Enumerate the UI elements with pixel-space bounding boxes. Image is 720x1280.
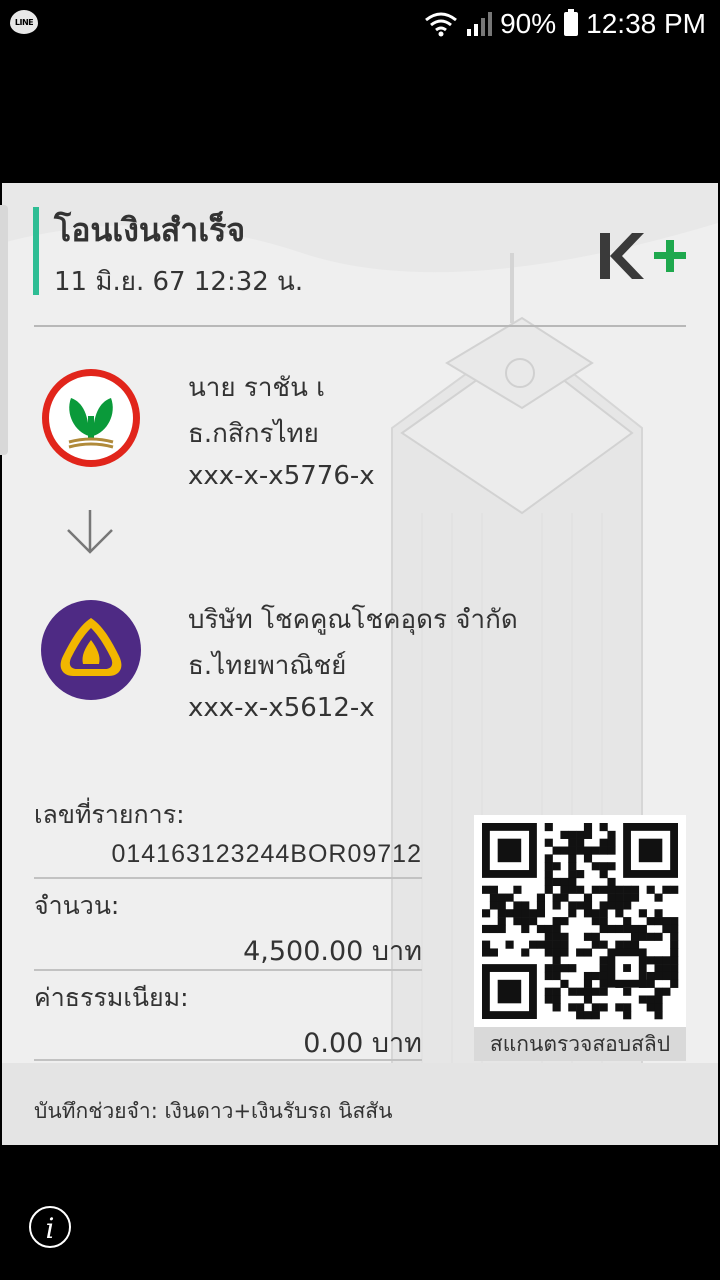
fee-label: ค่าธรรมเนียม: (34, 983, 189, 1012)
reference-label: เลขที่รายการ: (34, 800, 185, 829)
transfer-slip: โอนเงินสำเร็จ 11 มิ.ย. 67 12:32 น. นาย ร… (2, 183, 718, 1145)
sender-account: xxx-x-x5776-x (188, 461, 375, 491)
title-accent-bar (33, 207, 39, 295)
signal-icon (467, 12, 493, 36)
battery-percent: 90% (500, 8, 557, 39)
amount-value: 4,500.00 บาท (243, 936, 422, 967)
kplus-logo (600, 233, 686, 279)
qr-code-graphic (482, 823, 679, 1020)
fee-value: 0.00 บาท (303, 1028, 422, 1059)
status-right: 90% 12:38 PM (424, 6, 706, 42)
arrow-down-icon (67, 510, 113, 554)
qr-caption: สแกนตรวจสอบสลิป (474, 1027, 686, 1061)
receiver-name: บริษัท โชคคูณโชคอุดร จำกัด (188, 605, 518, 635)
receiver-bank: ธ.ไทยพาณิชย์ (188, 651, 347, 681)
battery-icon (564, 9, 579, 36)
memo: บันทึกช่วยจำ: เงินดาว+เงินรับรถ นิสสัน (34, 1095, 392, 1128)
sender-bank: ธ.กสิกรไทย (188, 419, 319, 449)
info-button[interactable]: i (29, 1206, 71, 1248)
kasikornbank-logo (42, 369, 140, 467)
reference-value: 014163123244BOR09712 (111, 840, 422, 868)
amount-divider (34, 969, 422, 971)
reference-divider (34, 877, 422, 879)
fee-divider (34, 1059, 422, 1061)
wifi-icon (425, 12, 458, 37)
receiver-account: xxx-x-x5612-x (188, 693, 375, 723)
line-app-icon: LINE (10, 10, 38, 34)
memo-label: บันทึกช่วยจำ: (34, 1099, 158, 1123)
slip-datetime: 11 มิ.ย. 67 12:32 น. (54, 267, 304, 297)
slip-title: โอนเงินสำเร็จ (54, 211, 246, 249)
sender-name: นาย ราชัน เ (188, 373, 326, 403)
verification-qr-code[interactable] (474, 815, 686, 1027)
header-divider (34, 325, 686, 327)
amount-label: จำนวน: (34, 891, 120, 920)
edge-pull-tab[interactable] (0, 205, 8, 455)
status-clock: 12:38 PM (586, 8, 706, 39)
memo-value: เงินดาว+เงินรับรถ นิสสัน (157, 1099, 393, 1123)
status-bar: LINE 90% 12:38 PM (0, 0, 720, 48)
scb-logo (41, 600, 141, 700)
